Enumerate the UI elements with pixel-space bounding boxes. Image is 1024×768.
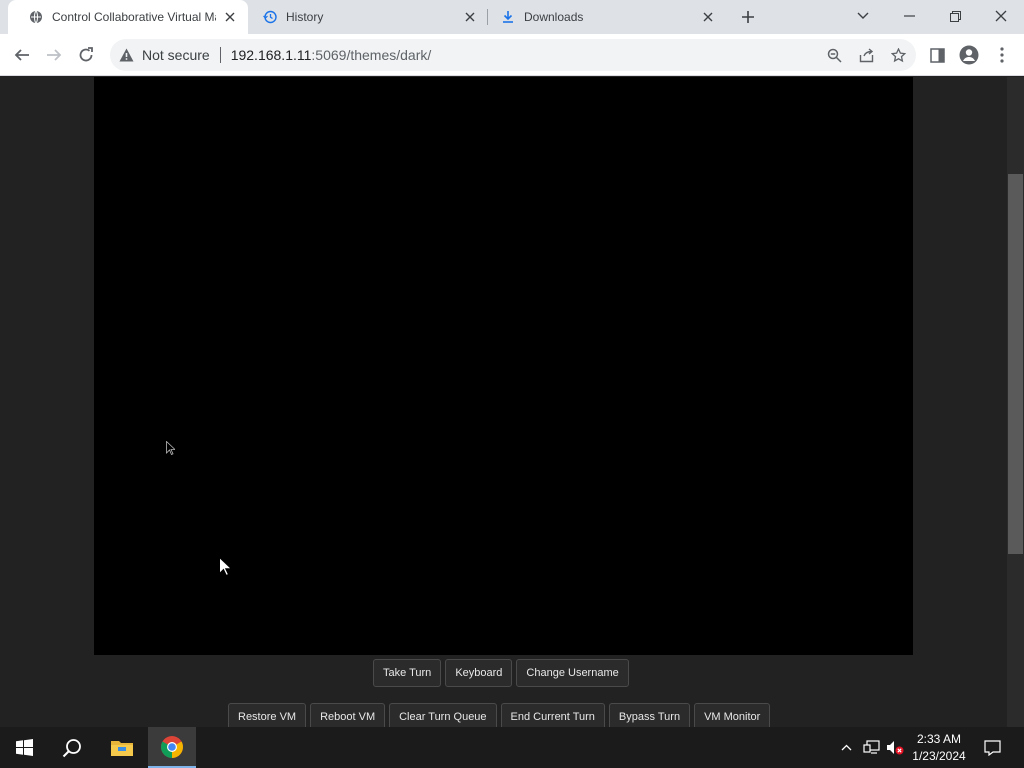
tab-title: History — [286, 10, 324, 24]
new-tab-icon[interactable] — [738, 7, 758, 27]
url-path: :5069/themes/dark/ — [311, 47, 432, 63]
tab-history[interactable]: History — [242, 0, 488, 34]
warning-icon[interactable] — [118, 47, 134, 63]
close-tab-icon[interactable] — [700, 9, 716, 25]
security-label[interactable]: Not secure — [142, 47, 210, 63]
tab-title: Control Collaborative Virtual Mac — [52, 10, 216, 24]
mouse-pointer-icon — [219, 556, 233, 579]
globe-icon — [28, 9, 44, 25]
omnibox-divider — [219, 47, 221, 63]
restore-icon[interactable] — [932, 0, 978, 32]
tab-title: Downloads — [524, 10, 584, 24]
close-tab-icon[interactable] — [462, 9, 478, 25]
windows-start-icon[interactable] — [0, 727, 48, 768]
show-hidden-icons-chevron-icon[interactable] — [836, 727, 856, 768]
page-content: Take Turn Keyboard Change Username Resto… — [0, 77, 1024, 731]
keyboard-button[interactable]: Keyboard — [445, 659, 513, 687]
side-panel-icon[interactable] — [925, 43, 949, 67]
url-host: 192.168.1.11 — [230, 47, 312, 63]
tab-strip: Control Collaborative Virtual Mac Histor… — [0, 0, 1024, 34]
close-tab-icon[interactable] — [222, 9, 238, 25]
tab-search-chevron-icon[interactable] — [840, 0, 886, 32]
profile-avatar-icon[interactable] — [957, 43, 981, 67]
minimize-icon[interactable] — [886, 0, 932, 32]
close-window-icon[interactable] — [978, 0, 1024, 32]
bookmark-star-icon[interactable] — [890, 47, 906, 63]
address-bar[interactable]: Not secure 192.168.1.11:5069/themes/dark… — [110, 39, 916, 71]
browser-toolbar: Not secure 192.168.1.11:5069/themes/dark… — [0, 34, 1024, 76]
volume-muted-icon[interactable] — [884, 727, 906, 768]
change-username-button[interactable]: Change Username — [516, 659, 629, 687]
clock-date: 1/23/2024 — [912, 749, 966, 763]
page-scrollbar[interactable] — [1007, 77, 1024, 727]
clock-time: 2:33 AM — [916, 732, 962, 746]
tab-control-collaborative[interactable]: Control Collaborative Virtual Mac — [8, 0, 248, 34]
system-clock[interactable]: 2:33 AM 1/23/2024 — [906, 731, 972, 765]
tab-downloads[interactable]: Downloads — [480, 0, 726, 34]
url-text[interactable]: 192.168.1.11:5069/themes/dark/ — [231, 47, 432, 63]
back-arrow-icon[interactable] — [10, 43, 34, 67]
network-icon[interactable] — [860, 727, 882, 768]
vm-display[interactable] — [94, 77, 913, 655]
chrome-taskbar-icon[interactable] — [148, 727, 196, 768]
menu-kebab-icon[interactable] — [990, 43, 1014, 67]
take-turn-button[interactable]: Take Turn — [373, 659, 442, 687]
search-icon[interactable] — [48, 727, 96, 768]
history-icon — [262, 9, 278, 25]
zoom-icon[interactable] — [826, 47, 842, 63]
scrollbar-thumb[interactable] — [1008, 174, 1023, 554]
reload-icon[interactable] — [74, 43, 98, 67]
share-icon[interactable] — [858, 47, 874, 63]
forward-arrow-icon[interactable] — [42, 43, 66, 67]
windows-taskbar: 2:33 AM 1/23/2024 — [0, 727, 1024, 768]
file-explorer-icon[interactable] — [98, 727, 146, 768]
notification-center-icon[interactable] — [978, 727, 1006, 768]
download-icon — [500, 9, 516, 25]
vm-turn-controls: Take Turn Keyboard Change Username — [373, 659, 629, 687]
vm-cursor-icon — [166, 440, 177, 458]
